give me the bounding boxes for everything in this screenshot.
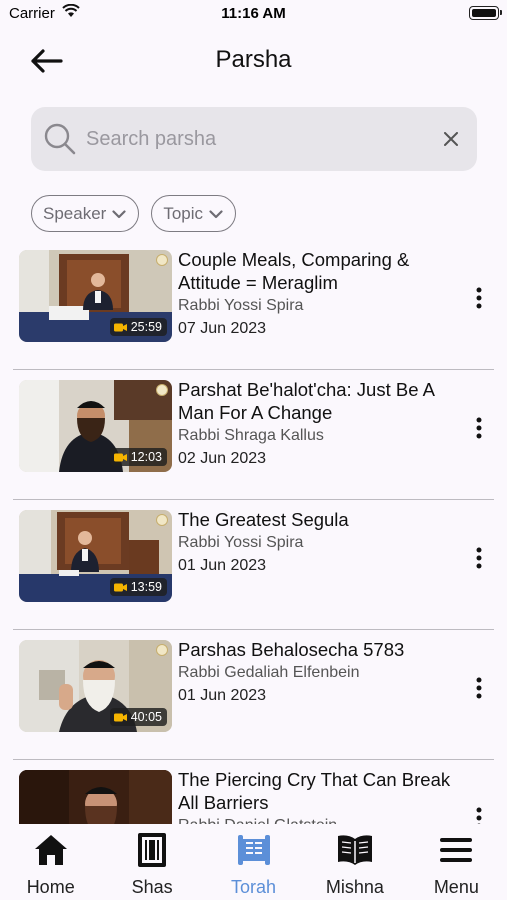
- lecture-speaker: Rabbi Yossi Spira: [178, 534, 304, 551]
- duration-label: 40:05: [130, 710, 162, 724]
- duration-label: 12:03: [130, 450, 162, 464]
- video-camera-icon: [113, 323, 127, 331]
- duration-badge: 25:59: [109, 318, 167, 336]
- search-bar: [31, 107, 477, 171]
- tab-label: Mishna: [325, 877, 384, 897]
- video-camera-icon: [113, 713, 127, 721]
- home-icon: [33, 832, 69, 868]
- speaker-filter-label: Speaker: [43, 203, 107, 223]
- filter-bar: Speaker Topic: [31, 195, 237, 232]
- back-button[interactable]: [26, 44, 66, 78]
- duration-label: 25:59: [130, 320, 162, 334]
- lecture-date: 01 Jun 2023: [178, 687, 267, 704]
- more-vertical-icon: [476, 287, 482, 309]
- search-input[interactable]: [86, 123, 426, 155]
- hamburger-menu-icon: [440, 832, 473, 868]
- status-bar: Carrier 11:16 AM: [0, 0, 507, 30]
- topic-filter-label: Topic: [163, 203, 204, 223]
- lecture-title: Parshat Be'halot'cha: Just Be A Man For …: [178, 379, 434, 423]
- duration-badge: 12:03: [109, 448, 167, 466]
- lecture-speaker: Rabbi Yossi Spira: [178, 297, 304, 314]
- lecture-thumbnail[interactable]: 25:59: [19, 250, 172, 342]
- lecture-list[interactable]: 25:59 Couple Meals, Comparing & Attitude…: [0, 240, 507, 824]
- lecture-title: Parshas Behalosecha 5783: [178, 639, 405, 660]
- lecture-item[interactable]: 25:59 Couple Meals, Comparing & Attitude…: [0, 240, 507, 370]
- lecture-speaker: Rabbi Shraga Kallus: [178, 427, 324, 444]
- lecture-date: 01 Jun 2023: [178, 557, 267, 574]
- lecture-info: Parshat Be'halot'cha: Just Be A Man For …: [178, 378, 458, 471]
- lecture-speaker: Rabbi Gedaliah Elfenbein: [178, 664, 360, 681]
- tab-mishna[interactable]: Mishna: [304, 824, 405, 900]
- lecture-item[interactable]: 13:59 The Greatest Segula Rabbi Yossi Sp…: [0, 500, 507, 630]
- lecture-date: 02 Jun 2023: [178, 450, 267, 467]
- video-camera-icon: [113, 583, 127, 591]
- arrow-left-icon: [31, 49, 63, 73]
- more-options-button[interactable]: [471, 804, 487, 824]
- lecture-info: Couple Meals, Comparing & Attitude = Mer…: [178, 248, 458, 341]
- clear-search-button[interactable]: [439, 127, 463, 151]
- lecture-item[interactable]: 12:03 Parshat Be'halot'cha: Just Be A Ma…: [0, 370, 507, 500]
- more-vertical-icon: [476, 417, 482, 439]
- more-options-button[interactable]: [471, 544, 487, 572]
- open-book-icon: [336, 832, 374, 868]
- tab-home[interactable]: Home: [0, 824, 101, 900]
- tab-label: Home: [26, 877, 75, 897]
- duration-badge: 40:05: [109, 708, 167, 726]
- lecture-thumbnail[interactable]: 13:59: [19, 510, 172, 602]
- tab-label: Shas: [131, 877, 173, 897]
- duration-label: 13:59: [130, 580, 162, 594]
- lecture-title: The Piercing Cry That Can Break All Barr…: [178, 769, 451, 813]
- lecture-item[interactable]: 40:05 Parshas Behalosecha 5783 Rabbi Ged…: [0, 630, 507, 760]
- battery-icon: [469, 6, 502, 20]
- logo-badge: [156, 254, 168, 266]
- lecture-date: 07 Jun 2023: [178, 320, 267, 337]
- page-title: Parsha: [215, 46, 292, 73]
- lecture-thumbnail[interactable]: 12:03: [19, 380, 172, 472]
- shas-icon: [137, 832, 167, 868]
- tab-label: Menu: [433, 877, 479, 897]
- more-options-button[interactable]: [471, 414, 487, 442]
- chevron-down-icon: [112, 209, 126, 218]
- lecture-info: Parshas Behalosecha 5783 Rabbi Gedaliah …: [178, 638, 458, 708]
- more-vertical-icon: [476, 547, 482, 569]
- header: Parsha: [0, 30, 507, 92]
- tab-menu[interactable]: Menu: [406, 824, 507, 900]
- search-icon: [43, 122, 77, 161]
- logo-badge: [156, 384, 168, 396]
- more-options-button[interactable]: [471, 284, 487, 312]
- lecture-thumbnail[interactable]: 40:05: [19, 640, 172, 732]
- lecture-item[interactable]: The Piercing Cry That Can Break All Barr…: [0, 760, 507, 824]
- logo-badge: [156, 644, 168, 656]
- duration-badge: 13:59: [109, 578, 167, 596]
- lecture-info: The Piercing Cry That Can Break All Barr…: [178, 768, 458, 824]
- speaker-filter-dropdown[interactable]: Speaker: [31, 195, 140, 232]
- tab-torah[interactable]: Torah: [203, 824, 304, 900]
- lecture-title: Couple Meals, Comparing & Attitude = Mer…: [178, 249, 410, 293]
- close-icon: [444, 132, 458, 146]
- more-vertical-icon: [476, 807, 482, 824]
- more-options-button[interactable]: [471, 674, 487, 702]
- tab-label: Torah: [231, 877, 277, 897]
- tab-shas[interactable]: Shas: [101, 824, 202, 900]
- torah-scroll-icon: [237, 832, 271, 868]
- video-camera-icon: [113, 453, 127, 461]
- chevron-down-icon: [209, 209, 223, 218]
- lecture-thumbnail[interactable]: [19, 770, 172, 824]
- more-vertical-icon: [476, 677, 482, 699]
- lecture-info: The Greatest Segula Rabbi Yossi Spira 01…: [178, 508, 458, 578]
- topic-filter-dropdown[interactable]: Topic: [151, 195, 237, 232]
- lecture-title: The Greatest Segula: [178, 509, 349, 530]
- clock: 11:16 AM: [221, 5, 286, 22]
- lecture-speaker: Rabbi Daniel Glatstein: [178, 815, 458, 824]
- bottom-tab-bar: Home Shas Torah Mishna Menu: [0, 824, 507, 900]
- logo-badge: [156, 514, 168, 526]
